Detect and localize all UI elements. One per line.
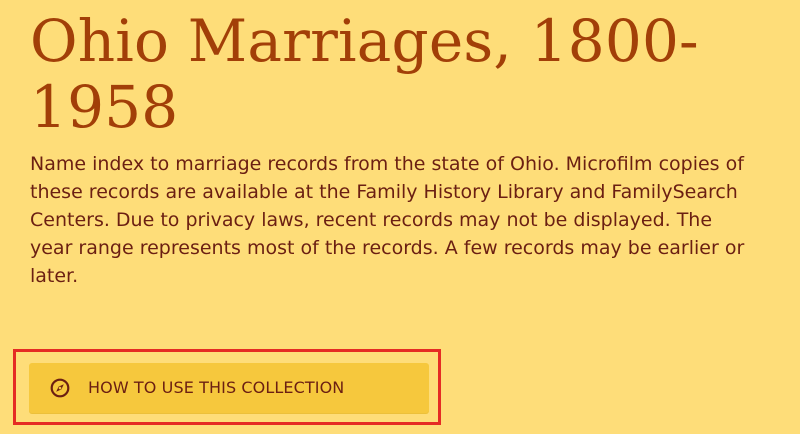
collection-button-label: HOW TO USE THIS COLLECTION [88,378,345,397]
collection-title: Ohio Marriages, 1800-1958 [30,7,699,141]
collection-description: Name index to marriage records from the … [30,153,745,287]
collection-page: Ohio Marriages, 1800-1958 Name index to … [0,0,800,434]
how-to-use-collection-button[interactable]: HOW TO USE THIS COLLECTION [29,363,429,414]
